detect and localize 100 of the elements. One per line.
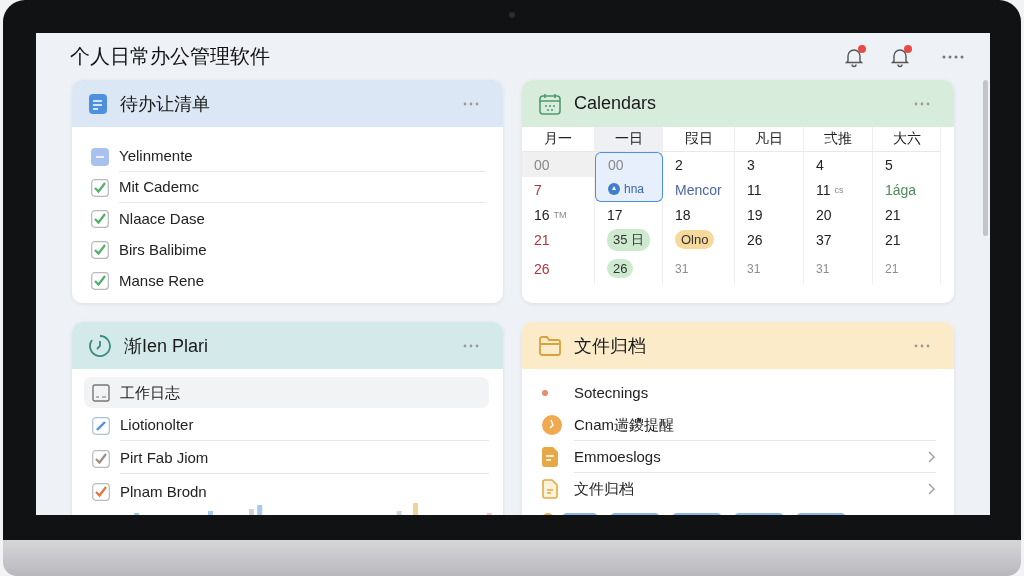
day-number: 18 xyxy=(675,206,691,223)
notification-bell-button[interactable] xyxy=(888,44,912,69)
card-title: 文件归档 xyxy=(574,334,646,358)
calendar-cell[interactable]: 5 xyxy=(873,152,941,177)
calendar-cell[interactable]: 11 xyxy=(735,177,804,202)
camera-dot xyxy=(509,12,515,18)
day-number: 7 xyxy=(534,181,542,198)
day-number: 31 xyxy=(675,261,689,276)
task-label: Birs Balibime xyxy=(119,239,208,260)
calendar-cell[interactable]: 21 xyxy=(873,227,941,252)
checkbox[interactable] xyxy=(91,240,109,259)
clock-icon xyxy=(542,415,562,435)
file-item[interactable]: 文件归档 xyxy=(542,473,936,505)
day-number: 5 xyxy=(885,156,893,173)
day-number: 1ága xyxy=(885,181,917,198)
edit-icon xyxy=(92,416,110,435)
weekday-header[interactable]: 凡日 xyxy=(735,127,804,152)
document-icon xyxy=(542,447,558,467)
calendar-cell[interactable]: 4 xyxy=(804,152,873,177)
app-title: 个人日常办公管理软件 xyxy=(70,44,270,69)
check-icon xyxy=(92,482,110,501)
calendar-cell[interactable]: 35 日 xyxy=(595,227,663,252)
day-number: 26 xyxy=(747,231,763,248)
day-number: 26 xyxy=(534,260,550,277)
plan-item[interactable]: 工作日志 xyxy=(84,377,489,408)
weekday-header[interactable]: 一日 xyxy=(595,127,663,152)
day-number: 3 xyxy=(747,156,755,173)
day-number: 20 xyxy=(816,206,832,223)
weekday-header[interactable]: 弍推 xyxy=(804,127,873,152)
calendar-cell[interactable]: 26 xyxy=(595,252,663,285)
more-icon[interactable] xyxy=(463,101,481,106)
checkbox[interactable] xyxy=(91,147,109,166)
day-note: cs xyxy=(834,184,844,195)
checkbox[interactable] xyxy=(91,271,109,290)
calendar-cell[interactable]: 20 xyxy=(804,202,873,227)
calendar-cell[interactable]: 26 xyxy=(522,252,595,285)
day-number: 2 xyxy=(675,156,683,173)
plan-item[interactable]: Liotionolter xyxy=(84,410,489,441)
more-icon[interactable] xyxy=(914,343,932,348)
day-number: 17 xyxy=(607,206,623,223)
calendar-cell[interactable]: 21 xyxy=(873,252,941,285)
calendar-cell[interactable]: hna xyxy=(595,177,663,202)
event-pill[interactable]: 26 xyxy=(607,259,634,278)
day-number: 00 xyxy=(534,156,550,173)
check-icon xyxy=(92,449,110,468)
chevron-right-icon xyxy=(928,483,936,495)
calendar-cell[interactable]: 37 xyxy=(804,227,873,252)
calendar-cell[interactable]: Mencor xyxy=(663,177,735,202)
calendar-cell[interactable]: 1ága xyxy=(873,177,941,202)
task-label: Yelinmente xyxy=(119,141,485,172)
card-title: Calendars xyxy=(574,93,657,114)
more-icon[interactable] xyxy=(914,101,932,106)
notebook-icon xyxy=(92,383,110,402)
clock-icon xyxy=(88,333,112,358)
calendar-cell[interactable]: 11 cs xyxy=(804,177,873,202)
day-number: 19 xyxy=(747,206,763,223)
more-icon[interactable] xyxy=(463,343,481,348)
plan-item[interactable]: Pirt Fab Jiom xyxy=(84,443,489,474)
calendar-cell[interactable]: 17 xyxy=(595,202,663,227)
day-number: Mencor xyxy=(675,181,722,198)
day-number: hna xyxy=(624,182,645,196)
task-label: Mit Cademc xyxy=(119,172,485,203)
day-number: 16 xyxy=(534,206,550,223)
day-number: 37 xyxy=(816,231,832,248)
notification-bell-button[interactable] xyxy=(842,44,866,69)
weekday-header[interactable]: 大六 xyxy=(873,127,941,152)
event-pill[interactable]: 35 日 xyxy=(607,228,651,251)
calendar-cell[interactable]: 16 TM xyxy=(522,202,595,227)
file-item[interactable]: Sotecnings xyxy=(542,377,936,409)
calendar-cell[interactable]: 19 xyxy=(735,202,804,227)
more-icon[interactable] xyxy=(942,53,964,60)
event-pill[interactable]: Olno xyxy=(675,230,715,249)
file-item[interactable]: Cnam遄鑁提醒 xyxy=(542,409,936,441)
calendar-cell[interactable]: 31 xyxy=(735,252,804,285)
task-label: Nlaace Dase xyxy=(119,208,206,229)
calendar-cell[interactable]: 31 xyxy=(663,252,735,285)
scrollbar[interactable] xyxy=(983,80,988,236)
file-item[interactable]: Emmoeslogs xyxy=(542,441,936,473)
day-number: 00 xyxy=(608,157,624,173)
calendar-cell[interactable]: 26 xyxy=(735,227,804,252)
task-label: Manse Rene xyxy=(119,270,206,291)
calendar-cell[interactable]: Olno xyxy=(663,227,735,252)
calendar-cell[interactable]: 21 xyxy=(522,227,595,252)
checkbox[interactable] xyxy=(91,209,109,228)
weekday-header[interactable]: 叚日 xyxy=(663,127,735,152)
day-number: 21 xyxy=(885,206,901,223)
calendar-cell[interactable]: 18 xyxy=(663,202,735,227)
card-title: 待办让清单 xyxy=(120,92,210,116)
checkbox[interactable] xyxy=(91,178,109,197)
calendar-cell[interactable]: 3 xyxy=(735,152,804,177)
day-number: 4 xyxy=(816,156,824,173)
calendar-cell[interactable]: 2 xyxy=(663,152,735,177)
day-number: 31 xyxy=(747,261,761,276)
calendar-cell[interactable]: 21 xyxy=(873,202,941,227)
calendar-cell[interactable]: 31 xyxy=(804,252,873,285)
day-number: 21 xyxy=(534,231,550,248)
card-title: 渐Ien Plari xyxy=(124,334,209,358)
plan-item[interactable]: Plnam Brodn xyxy=(84,476,489,507)
day-number: 11 xyxy=(816,181,831,198)
file-icon xyxy=(542,479,558,499)
